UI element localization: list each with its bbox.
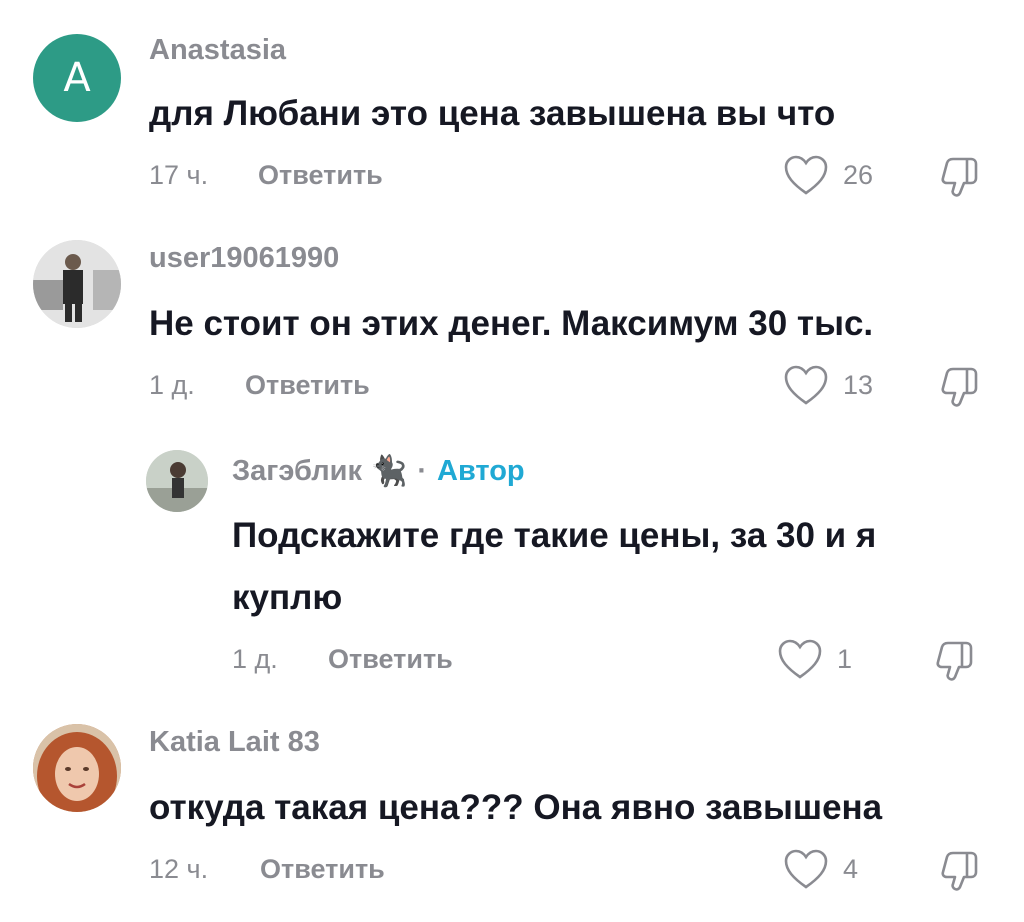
- like-count: 13: [843, 369, 874, 400]
- comment-text: откуда такая цена??? Она явно завышена: [149, 788, 883, 827]
- dislike-icon[interactable]: [937, 364, 983, 410]
- reply-button[interactable]: Ответить: [260, 854, 385, 885]
- black-cat-emoji: 🐈‍⬛: [369, 455, 408, 488]
- comment-text-line-1: Подскажите где такие цены, за 30 и я: [232, 516, 877, 555]
- comment-item: A Anastasia для Любани это цена завышена…: [0, 0, 1024, 220]
- avatar[interactable]: [33, 724, 121, 812]
- author-badge: Автор: [437, 455, 525, 487]
- username[interactable]: Загэблик 🐈‍⬛ · Автор: [232, 454, 525, 489]
- username[interactable]: user19061990: [149, 242, 339, 275]
- dislike-icon[interactable]: [932, 638, 978, 684]
- avatar[interactable]: [146, 450, 208, 512]
- heart-icon: [784, 365, 828, 405]
- heart-icon: [778, 639, 822, 679]
- like-count: 26: [843, 159, 874, 190]
- username[interactable]: Katia Lait 83: [149, 726, 320, 759]
- like-button[interactable]: 1: [777, 638, 852, 680]
- avatar[interactable]: A: [33, 34, 121, 122]
- like-button[interactable]: 4: [783, 848, 858, 890]
- like-button[interactable]: 26: [783, 154, 873, 196]
- timestamp: 1 д.: [149, 370, 195, 400]
- comment-text: для Любани это цена завышена вы что: [149, 94, 836, 133]
- heart-icon: [784, 155, 828, 195]
- dislike-icon[interactable]: [937, 154, 983, 200]
- like-count: 4: [843, 853, 859, 884]
- comment-text-line-2: куплю: [232, 578, 343, 617]
- comment-text: Не стоит он этих денег. Максимум 30 тыс.: [149, 304, 874, 343]
- reply-comment-item: Загэблик 🐈‍⬛ · Автор Подскажите где таки…: [0, 440, 1024, 710]
- like-button[interactable]: 13: [783, 364, 873, 406]
- username[interactable]: Anastasia: [149, 34, 286, 67]
- comment-item: user19061990 Не стоит он этих денег. Мак…: [0, 220, 1024, 440]
- timestamp: 1 д.: [232, 644, 278, 674]
- username-text: Загэблик: [232, 455, 362, 487]
- reply-button[interactable]: Ответить: [245, 370, 370, 401]
- heart-icon: [784, 849, 828, 889]
- separator: ·: [417, 455, 427, 487]
- timestamp: 12 ч.: [149, 854, 209, 884]
- dislike-icon[interactable]: [937, 848, 983, 894]
- reply-button[interactable]: Ответить: [328, 644, 453, 675]
- like-count: 1: [837, 643, 853, 674]
- avatar[interactable]: [33, 240, 121, 328]
- comment-item: Katia Lait 83 откуда такая цена??? Она я…: [0, 710, 1024, 922]
- reply-button[interactable]: Ответить: [258, 160, 383, 191]
- timestamp: 17 ч.: [149, 160, 209, 190]
